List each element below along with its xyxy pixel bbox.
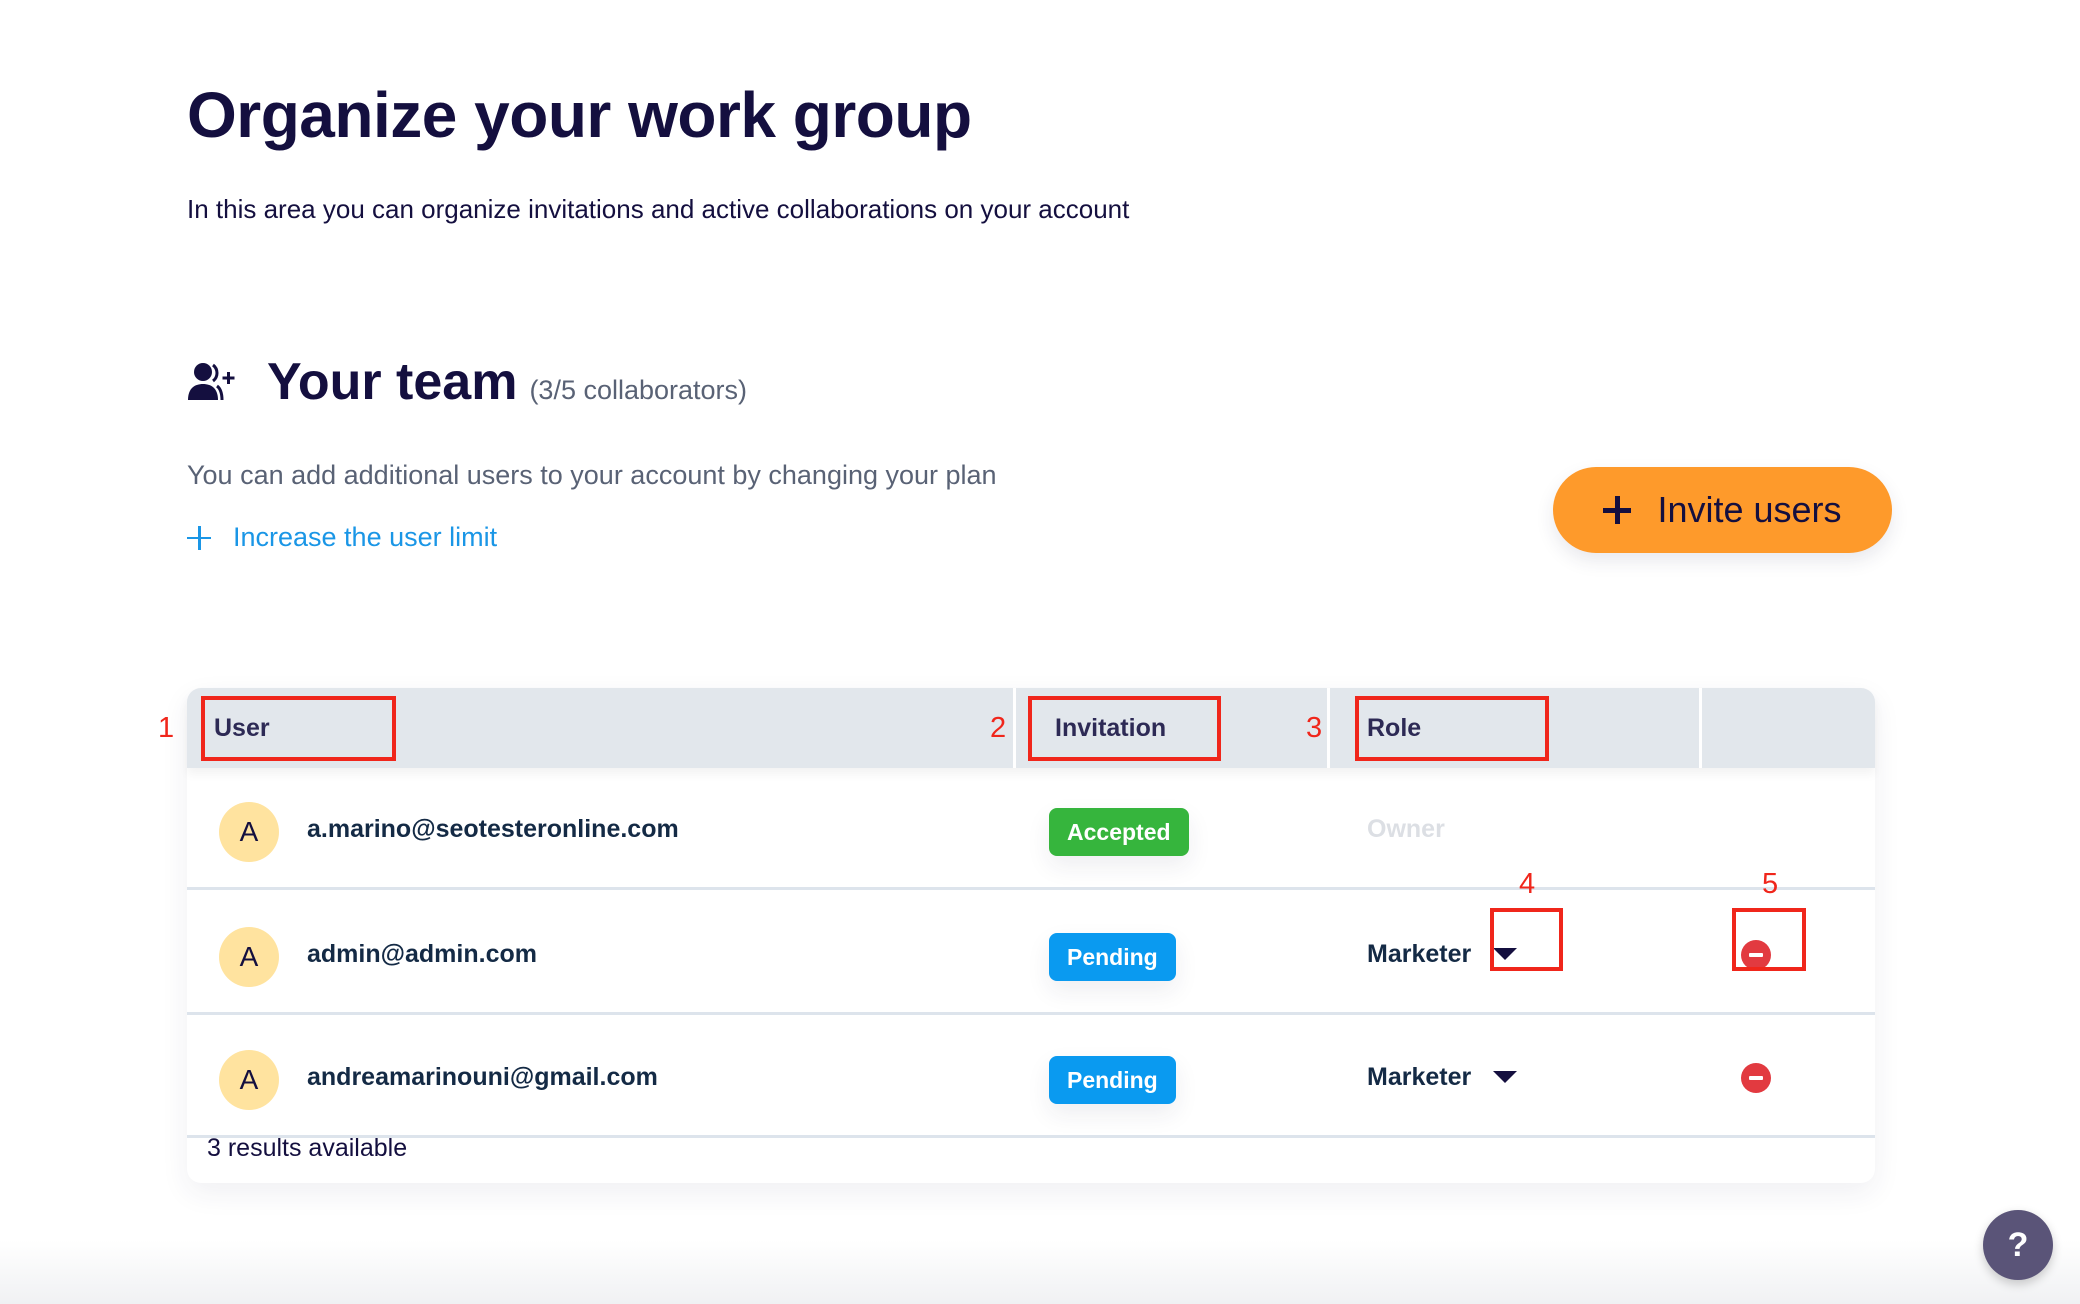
column-divider <box>1327 688 1330 768</box>
plus-icon <box>187 525 211 550</box>
page-subtitle: In this area you can organize invitation… <box>187 194 1130 224</box>
invitation-status-badge: Pending <box>1049 1056 1176 1104</box>
collaborator-count: (3/5 collaborators) <box>529 375 748 405</box>
avatar: A <box>219 802 279 862</box>
chevron-down-icon[interactable] <box>1493 1071 1517 1083</box>
invitation-status-badge: Accepted <box>1049 808 1189 856</box>
invite-users-button[interactable]: Invite users <box>1553 467 1892 553</box>
table-header: User Invitation Role <box>187 688 1875 768</box>
help-button[interactable]: ? <box>1983 1210 2053 1280</box>
team-header: Your team (3/5 collaborators) <box>187 352 747 412</box>
invitation-status-badge: Pending <box>1049 933 1176 981</box>
plan-info-text: You can add additional users to your acc… <box>187 460 997 490</box>
column-header-role[interactable]: Role <box>1367 688 1421 768</box>
user-email: andreamarinouni@gmail.com <box>307 1062 658 1091</box>
avatar: A <box>219 927 279 987</box>
column-divider <box>1699 688 1702 768</box>
invite-users-label: Invite users <box>1657 489 1842 530</box>
increase-user-limit-link[interactable]: Increase the user limit <box>187 522 497 553</box>
page-title: Organize your work group <box>187 79 972 151</box>
column-divider <box>1013 688 1016 768</box>
role-select[interactable]: Marketer <box>1367 1016 1471 1138</box>
chevron-down-icon[interactable] <box>1493 948 1517 960</box>
results-count: 3 results available <box>207 1134 408 1162</box>
role-label: Owner <box>1367 814 1445 843</box>
table-row: A admin@admin.com Pending Marketer <box>187 893 1875 1015</box>
remove-user-button[interactable] <box>1741 1063 1771 1093</box>
column-header-user[interactable]: User <box>214 688 270 768</box>
team-title: Your team <box>267 353 518 411</box>
increase-user-limit-label: Increase the user limit <box>233 522 498 552</box>
table-row: A a.marino@seotesteronline.com Accepted … <box>187 768 1875 890</box>
annotation-number: 1 <box>158 712 175 744</box>
role-select[interactable]: Marketer <box>1367 893 1471 1015</box>
user-email: a.marino@seotesteronline.com <box>307 814 679 843</box>
user-plus-icon <box>188 363 235 401</box>
column-header-invitation[interactable]: Invitation <box>1055 688 1166 768</box>
remove-user-button[interactable] <box>1741 940 1771 970</box>
plus-icon <box>1603 496 1632 524</box>
user-email: admin@admin.com <box>307 939 537 968</box>
team-table: User Invitation Role A a.marino@seoteste… <box>187 688 1875 1183</box>
avatar: A <box>219 1050 279 1110</box>
table-row: A andreamarinouni@gmail.com Pending Mark… <box>187 1016 1875 1138</box>
